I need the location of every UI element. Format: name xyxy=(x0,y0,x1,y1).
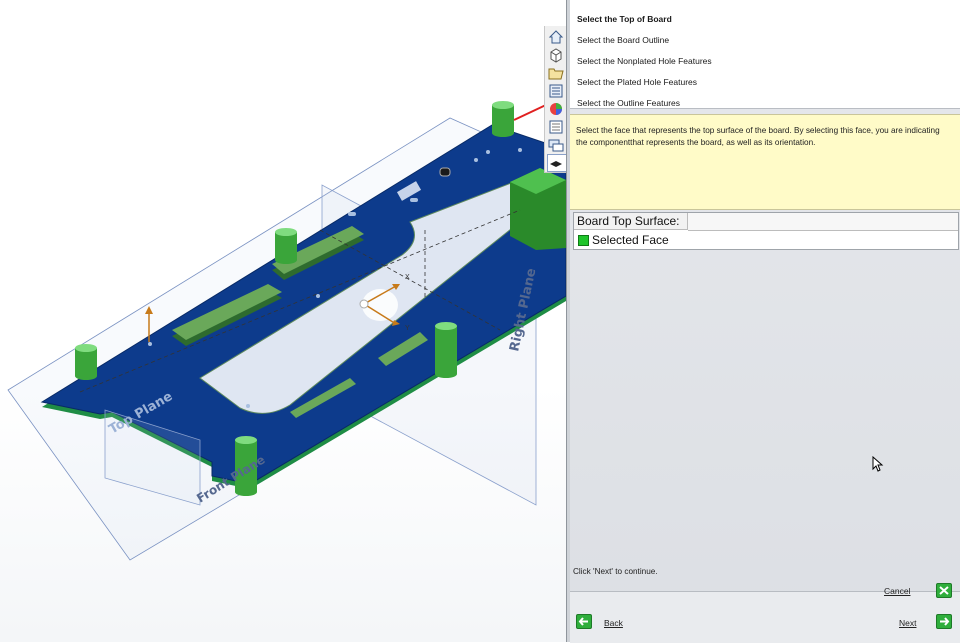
step-select-board-outline[interactable]: Select the Board Outline xyxy=(577,35,669,45)
wizard-footer: Cancel Back Next xyxy=(570,583,960,643)
chat-icon[interactable] xyxy=(547,136,566,154)
3d-viewport[interactable]: X Y Top Plane Front Plane Right Plane xyxy=(0,0,566,642)
list-item[interactable]: Selected Face xyxy=(574,232,958,249)
open-folder-icon[interactable] xyxy=(547,64,566,82)
step-select-nonplated-holes[interactable]: Select the Nonplated Hole Features xyxy=(577,56,712,66)
list-item-label: Selected Face xyxy=(592,233,669,247)
step-select-outline-features[interactable]: Select the Outline Features xyxy=(577,98,680,108)
standoff-3[interactable] xyxy=(492,101,514,137)
svg-text:Y: Y xyxy=(405,325,410,332)
wizard-panel: Select the Top of Board Select the Board… xyxy=(570,0,960,643)
home-view-icon[interactable] xyxy=(547,28,566,46)
back-button[interactable]: Back xyxy=(604,618,623,628)
step-select-plated-holes[interactable]: Select the Plated Hole Features xyxy=(577,77,697,87)
cancel-icon[interactable] xyxy=(936,583,952,598)
standoff-1[interactable] xyxy=(75,344,97,380)
green-swatch-icon xyxy=(578,235,589,246)
board-icon[interactable] xyxy=(547,154,566,172)
list-header: Board Top Surface: xyxy=(574,213,688,230)
appearance-icon[interactable] xyxy=(547,100,566,118)
selection-list[interactable]: Board Top Surface: Selected Face xyxy=(573,212,959,250)
instruction-box: Select the face that represents the top … xyxy=(570,114,960,210)
view-toolbar xyxy=(544,26,566,173)
svg-text:X: X xyxy=(405,274,410,281)
status-text: Click 'Next' to continue. xyxy=(573,567,658,576)
mouse-cursor-icon xyxy=(872,456,884,472)
wizard-steps: Select the Top of Board Select the Board… xyxy=(570,0,960,109)
standoff-4[interactable] xyxy=(435,322,457,378)
step-select-top-of-board[interactable]: Select the Top of Board xyxy=(577,14,672,24)
cancel-button[interactable]: Cancel xyxy=(884,586,910,596)
3d-view-icon[interactable] xyxy=(547,46,566,64)
next-arrow-icon[interactable] xyxy=(936,614,952,629)
next-button[interactable]: Next xyxy=(899,618,916,628)
pcb-model[interactable]: X Y Top Plane Front Plane Right Plane xyxy=(0,0,566,642)
back-arrow-icon[interactable] xyxy=(576,614,592,629)
properties-list-icon[interactable] xyxy=(547,118,566,136)
component-tree-icon[interactable] xyxy=(547,82,566,100)
component-box[interactable] xyxy=(510,168,566,250)
standoff-2[interactable] xyxy=(275,228,297,264)
instruction-text: Select the face that represents the top … xyxy=(576,126,940,147)
